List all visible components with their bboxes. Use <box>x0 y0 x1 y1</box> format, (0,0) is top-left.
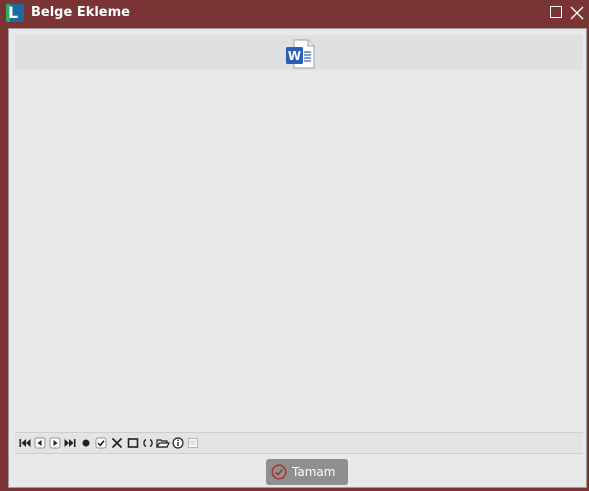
x-icon <box>111 437 123 449</box>
first-record-button[interactable] <box>19 437 31 449</box>
document-preview-area <box>15 70 583 432</box>
prior-record-button[interactable] <box>34 437 46 449</box>
word-icon-letter: W <box>288 49 301 63</box>
title-bar[interactable]: L Belge Ekleme <box>0 0 589 27</box>
open-file-button[interactable] <box>156 437 170 449</box>
folder-open-icon <box>156 439 170 448</box>
close-button[interactable] <box>567 3 587 23</box>
document-header-panel: W <box>15 35 583 70</box>
ok-button[interactable]: Tamam <box>266 459 348 485</box>
cancel-record-button[interactable] <box>127 437 139 449</box>
dialog-content: W Tamam <box>8 28 587 488</box>
ok-button-label: Tamam <box>292 465 336 479</box>
app-logo-letter: L <box>8 4 19 22</box>
app-logo-icon: L <box>6 4 24 22</box>
info-icon <box>172 437 184 449</box>
disabled-square-icon <box>188 438 198 448</box>
prior-icon <box>34 437 46 449</box>
post-record-button[interactable] <box>95 437 107 449</box>
info-button[interactable] <box>172 437 184 449</box>
dialog-footer: Tamam <box>9 455 586 487</box>
delete-record-button[interactable] <box>111 437 123 449</box>
insert-record-button[interactable] <box>80 437 92 449</box>
refresh-record-button[interactable] <box>142 437 154 449</box>
square-icon <box>127 438 139 448</box>
skip-last-icon <box>64 439 76 447</box>
db-navigator-toolbar <box>15 432 583 454</box>
next-record-button[interactable] <box>49 437 61 449</box>
refresh-icon <box>143 438 153 448</box>
last-record-button[interactable] <box>64 437 76 449</box>
dot-icon <box>82 439 90 447</box>
check-circle-icon <box>271 464 287 480</box>
skip-first-icon <box>19 439 31 447</box>
word-document-icon[interactable]: W <box>284 38 316 70</box>
dialog-window: L Belge Ekleme W Tamam <box>0 0 589 491</box>
maximize-icon <box>550 6 562 18</box>
extra-button[interactable] <box>187 437 199 449</box>
check-icon <box>95 437 107 449</box>
maximize-button[interactable] <box>547 3 567 23</box>
next-icon <box>49 437 61 449</box>
window-title: Belge Ekleme <box>31 5 130 20</box>
close-icon <box>570 6 584 20</box>
